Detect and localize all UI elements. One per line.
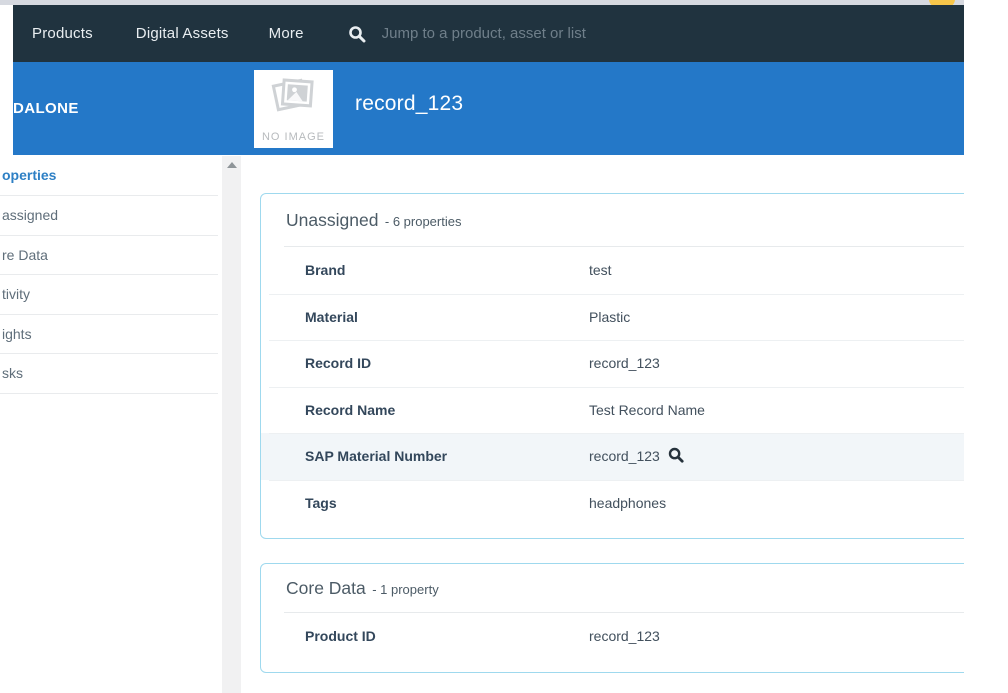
property-value: record_123 — [589, 355, 660, 371]
property-value: record_123 — [589, 628, 660, 644]
table-row: Material Plastic — [261, 294, 964, 341]
group-title: Core Data — [286, 578, 366, 598]
property-label: Record Name — [305, 402, 589, 418]
search-icon — [348, 25, 366, 43]
group-count: - 6 properties — [385, 214, 462, 229]
record-header: DALONE NO IMAGE record_123 — [13, 62, 964, 155]
property-value: record_123 — [589, 447, 684, 466]
property-label: SAP Material Number — [305, 448, 589, 464]
property-value: Plastic — [589, 309, 630, 325]
chevron-up-icon — [227, 162, 237, 168]
property-label: Record ID — [305, 355, 589, 371]
sidebar-item-core-data[interactable]: re Data — [0, 236, 218, 276]
property-label: Tags — [305, 495, 589, 511]
property-value: Test Record Name — [589, 402, 705, 418]
sidebar-item-properties[interactable]: operties — [0, 155, 218, 196]
nav-item-more[interactable]: More — [269, 25, 304, 42]
table-row: Product ID record_123 — [261, 613, 964, 660]
property-label: Product ID — [305, 628, 589, 644]
nav-item-products[interactable]: Products — [32, 25, 93, 42]
property-group-core-data: Core Data - 1 property Product ID record… — [260, 563, 964, 673]
sidebar-item-unassigned[interactable]: assigned — [0, 196, 218, 236]
table-row: Tags headphones — [261, 480, 964, 527]
group-header: Unassigned - 6 properties — [261, 194, 964, 246]
property-value: test — [589, 262, 612, 278]
sidebar-item-tasks[interactable]: sks — [0, 354, 218, 394]
property-value: headphones — [589, 495, 666, 511]
app-window: Products Digital Assets More DALONE — [0, 0, 964, 693]
sidebar-item-activity[interactable]: tivity — [0, 275, 218, 315]
group-header: Core Data - 1 property — [261, 564, 964, 612]
breadcrumb[interactable]: DALONE — [13, 100, 79, 117]
sidebar-item-insights[interactable]: ights — [0, 315, 218, 355]
property-label: Brand — [305, 262, 589, 278]
page-title: record_123 — [355, 92, 463, 116]
no-image-label: NO IMAGE — [254, 131, 333, 143]
table-row: Brand test — [261, 247, 964, 294]
top-navigation-bar: Products Digital Assets More — [13, 5, 964, 62]
sidebar-scrollbar[interactable] — [222, 156, 241, 693]
property-value-text: record_123 — [589, 448, 660, 464]
table-row: Record Name Test Record Name — [261, 387, 964, 434]
no-image-icon — [270, 77, 318, 121]
scroll-up-button[interactable] — [222, 156, 241, 173]
group-count: - 1 property — [372, 582, 438, 597]
property-group-unassigned: Unassigned - 6 properties Brand test Mat… — [260, 193, 964, 539]
nav-item-digital-assets[interactable]: Digital Assets — [136, 25, 229, 42]
lookup-search-icon[interactable] — [668, 447, 684, 466]
global-search-input[interactable] — [380, 24, 804, 43]
sidebar-navigation: operties assigned re Data tivity ights s… — [0, 155, 218, 394]
table-row: Record ID record_123 — [261, 340, 964, 387]
table-row-sap-material-number: SAP Material Number record_123 — [261, 433, 964, 480]
record-thumbnail[interactable]: NO IMAGE — [254, 70, 333, 148]
group-title: Unassigned — [286, 210, 378, 230]
property-label: Material — [305, 309, 589, 325]
